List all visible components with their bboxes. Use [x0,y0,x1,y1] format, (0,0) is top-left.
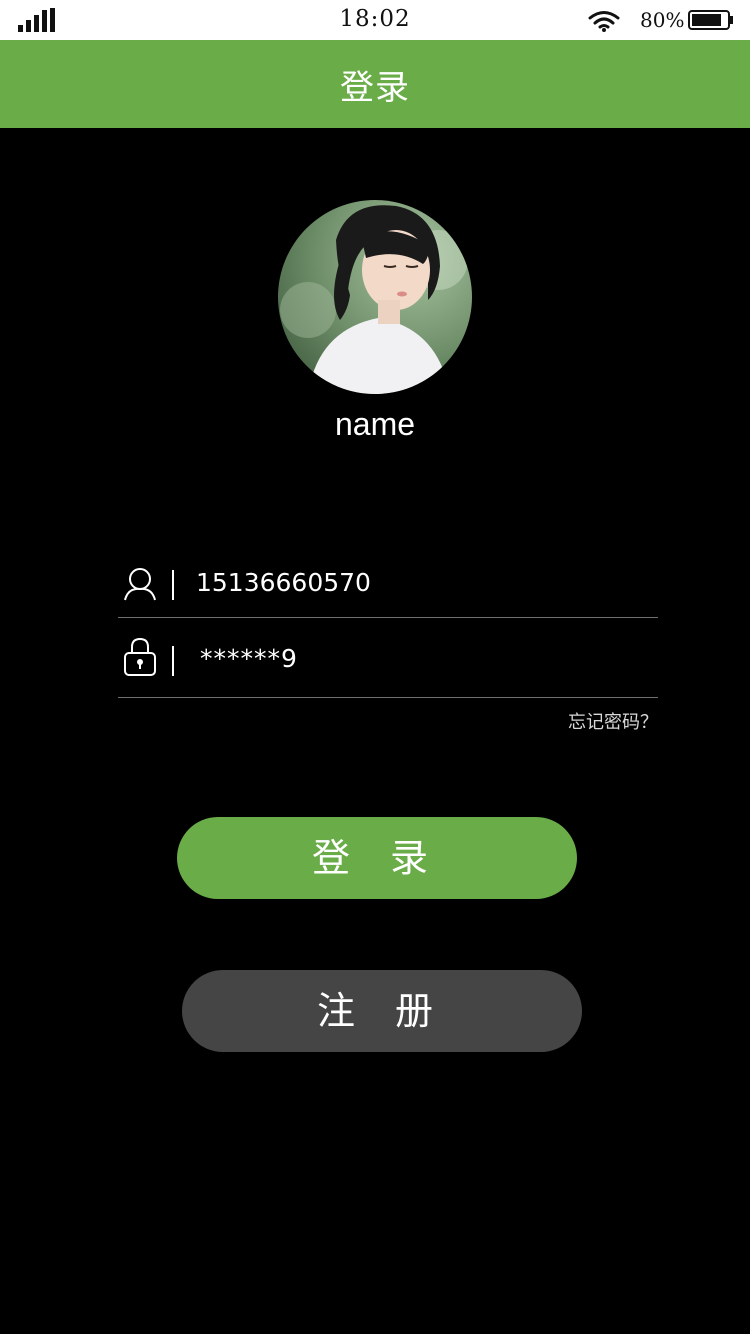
forgot-password-link[interactable]: 忘记密码？ [568,708,658,734]
battery-percent: 80% [640,8,685,32]
username-field[interactable] [118,538,658,618]
status-time: 18:02 [339,6,411,32]
username-input[interactable] [196,568,636,597]
field-divider [172,646,174,676]
register-button[interactable]: 注 册 [182,970,582,1052]
nav-bar: 登录 [0,40,750,128]
password-field[interactable] [118,618,658,698]
page-title: 登录 [340,68,410,108]
avatar[interactable] [278,200,472,394]
password-input[interactable] [200,644,640,673]
login-button[interactable]: 登 录 [177,817,577,899]
wifi-icon [588,11,620,32]
user-icon [124,568,156,601]
profile-name: name [334,406,416,442]
lock-icon [124,637,156,676]
avatar-photo [278,200,472,394]
field-divider [172,570,174,600]
status-bar: 18:02 80% [0,0,750,40]
battery-icon [688,10,733,30]
